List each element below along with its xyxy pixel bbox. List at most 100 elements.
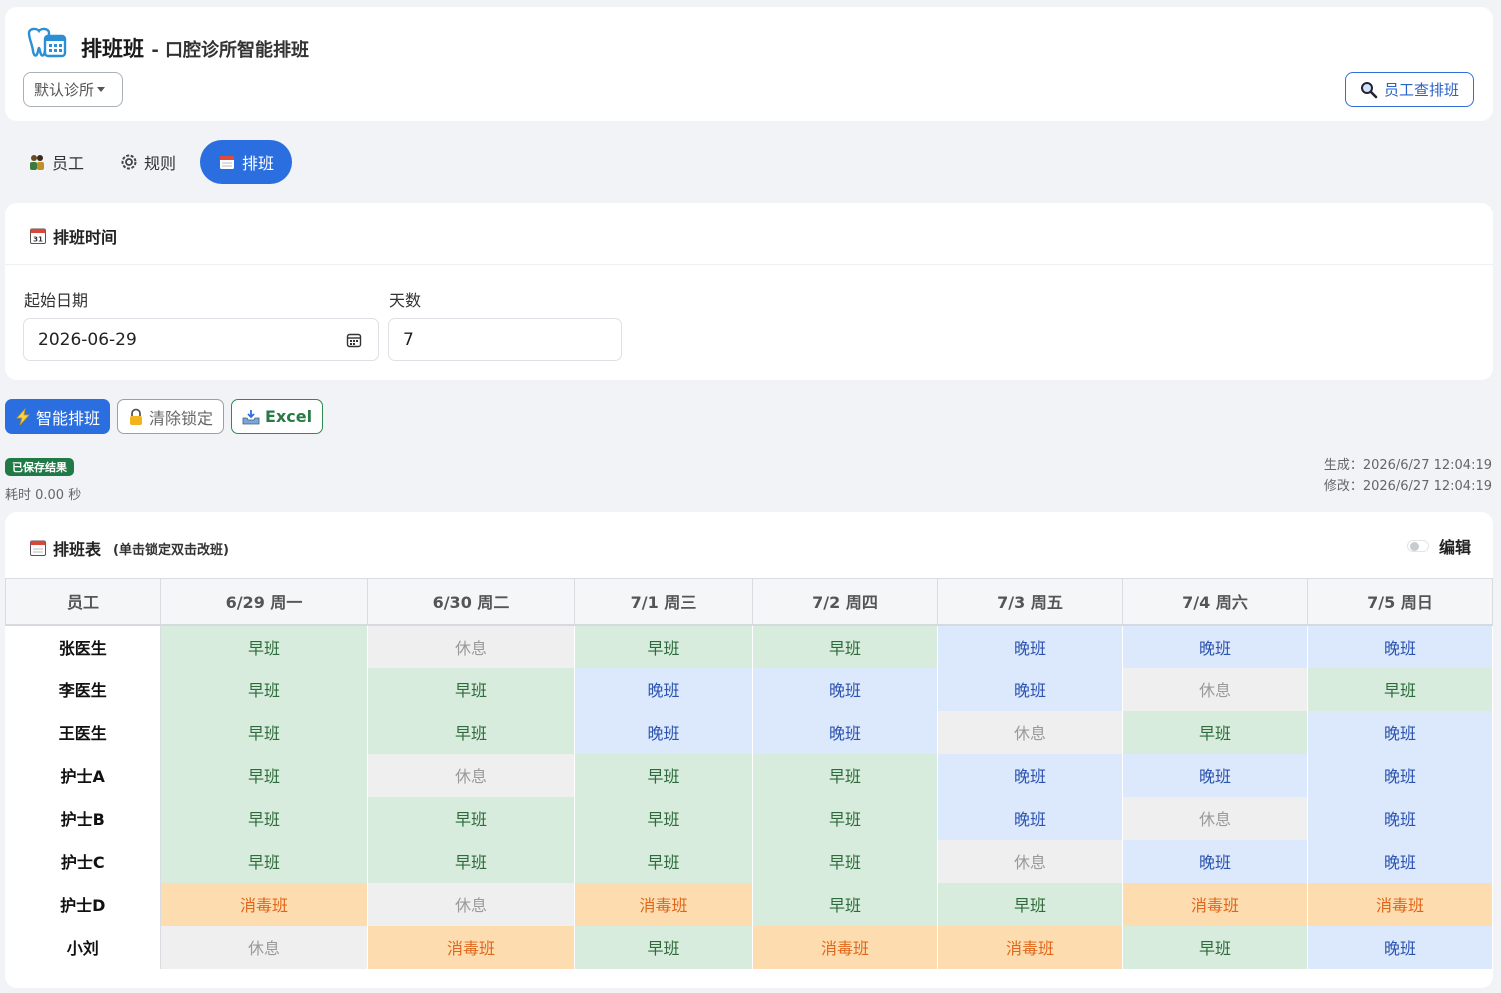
tab-rules-label: 规则 [144,154,177,173]
table-row: 小刘 休息 消毒班 早班 消毒班 消毒班 早班 晚班 [5,925,1493,969]
shift-cell[interactable]: 早班 [752,796,938,840]
tab-rules[interactable]: 规则 [108,140,188,184]
staff-name-cell: 李医生 [5,667,161,711]
tooth-calendar-icon [27,27,67,58]
schedule-table-card: 排班表 (单击锁定双击改班) 编辑 员工 6/29 周一 6/30 周二 7/1 周三… [5,512,1493,988]
shift-cell[interactable]: 休息 [937,839,1123,883]
shift-cell[interactable]: 休息 [367,624,575,668]
shift-cell[interactable]: 早班 [160,710,368,754]
shift-cell[interactable]: 消毒班 [1122,882,1308,926]
clear-locks-label: 清除锁定 [149,408,214,428]
shift-cell[interactable]: 早班 [937,882,1123,926]
shift-cell[interactable]: 早班 [367,796,575,840]
elapsed-time: 耗时 0.00 秒 [5,488,82,503]
shift-cell[interactable]: 休息 [160,925,368,969]
shift-cell[interactable]: 晚班 [752,710,938,754]
shift-cell[interactable]: 晚班 [1307,796,1493,840]
shift-cell[interactable]: 晚班 [1307,753,1493,797]
main-tabs: 员工 规则 排班 [16,140,304,184]
shift-cell[interactable]: 晚班 [937,753,1123,797]
column-header-staff: 员工 [5,578,161,626]
edit-toggle-switch[interactable] [1406,540,1429,552]
people-icon [30,155,44,170]
shift-cell[interactable]: 消毒班 [1307,882,1493,926]
shift-cell[interactable]: 晚班 [574,710,753,754]
schedule-time-title-text: 排班时间 [53,228,118,247]
shift-cell[interactable]: 晚班 [937,624,1123,668]
shift-cell[interactable]: 晚班 [1122,624,1308,668]
shift-cell[interactable]: 晚班 [1307,624,1493,668]
calendar-icon [30,540,46,556]
shift-cell[interactable]: 消毒班 [937,925,1123,969]
shift-cell[interactable]: 晚班 [1122,839,1308,883]
days-input[interactable]: 7 [388,318,622,361]
shift-cell[interactable]: 早班 [1122,925,1308,969]
shift-cell[interactable]: 休息 [1122,667,1308,711]
shift-cell[interactable]: 早班 [574,925,753,969]
shift-cell[interactable]: 早班 [752,839,938,883]
shift-cell[interactable]: 早班 [160,753,368,797]
modified-time: 修改：2026/6/27 12:04:19 [1323,479,1492,494]
shift-cell[interactable]: 消毒班 [367,925,575,969]
shift-cell[interactable]: 晚班 [752,667,938,711]
edit-toggle-label: 编辑 [1438,538,1471,557]
shift-cell[interactable]: 早班 [574,839,753,883]
shift-cell[interactable]: 休息 [367,753,575,797]
calendar-31-icon: 31 [30,228,46,244]
shift-cell[interactable]: 休息 [367,882,575,926]
start-date-input[interactable]: 2026-06-29 [23,318,379,361]
shift-cell[interactable]: 消毒班 [752,925,938,969]
toggle-knob [1409,542,1419,551]
schedule-table: 员工 6/29 周一 6/30 周二 7/1 周三 7/2 周四 7/3 周五 7/4 周六… [5,578,1493,969]
shift-cell[interactable]: 早班 [752,624,938,668]
tab-schedule[interactable]: 排班 [200,140,293,184]
clinic-select-value: 默认诊所 [34,81,95,99]
smart-schedule-button[interactable]: 智能排班 [5,399,111,434]
shift-cell[interactable]: 早班 [367,710,575,754]
shift-cell[interactable]: 晚班 [1307,839,1493,883]
schedule-table-hint: (单击锁定双击改班) [113,542,229,558]
shift-cell[interactable]: 晚班 [937,796,1123,840]
clear-locks-button[interactable]: 清除锁定 [117,399,225,434]
staff-name-cell: 护士A [5,753,161,797]
shift-cell[interactable]: 休息 [937,710,1123,754]
shift-cell[interactable]: 早班 [160,624,368,668]
column-header-day: 6/30 周二 [367,578,575,626]
shift-cell[interactable]: 消毒班 [574,882,753,926]
shift-cell[interactable]: 消毒班 [160,882,368,926]
shift-cell[interactable]: 早班 [574,796,753,840]
shift-cell[interactable]: 晚班 [1122,753,1308,797]
shift-cell[interactable]: 早班 [574,753,753,797]
shift-cell[interactable]: 晚班 [1307,925,1493,969]
schedule-table-title-text: 排班表 [53,540,102,559]
tab-staff-label: 员工 [52,154,85,173]
shift-cell[interactable]: 早班 [367,667,575,711]
app-title: 排班班 - 口腔诊所智能排班 [81,33,309,63]
shift-cell[interactable]: 早班 [752,753,938,797]
shift-cell[interactable]: 晚班 [1307,710,1493,754]
edit-toggle[interactable]: 编辑 [1406,534,1471,558]
shift-cell[interactable]: 早班 [1307,667,1493,711]
gear-icon [121,154,137,170]
shift-cell[interactable]: 早班 [752,882,938,926]
shift-cell[interactable]: 早班 [160,839,368,883]
shift-cell[interactable]: 早班 [160,796,368,840]
shift-cell[interactable]: 晚班 [937,667,1123,711]
schedule-time-title: 31 排班时间 [29,224,117,248]
shift-cell[interactable]: 早班 [160,667,368,711]
staff-schedule-lookup-button[interactable]: 员工查排班 [1345,72,1474,107]
shift-cell[interactable]: 休息 [1122,796,1308,840]
shift-cell[interactable]: 早班 [367,839,575,883]
clinic-select[interactable]: 默认诊所 [23,72,123,107]
excel-export-button[interactable]: Excel [231,399,324,434]
shift-cell[interactable]: 早班 [574,624,753,668]
days-value: 7 [403,329,414,350]
staff-name-cell: 护士B [5,796,161,840]
shift-cell[interactable]: 晚班 [574,667,753,711]
app-name: 排班班 [81,37,144,61]
staff-name-cell: 护士C [5,839,161,883]
table-row: 李医生 早班 早班 晚班 晚班 晚班 休息 早班 [5,667,1493,711]
date-picker-icon[interactable] [346,332,362,348]
tab-staff[interactable]: 员工 [16,140,96,184]
shift-cell[interactable]: 早班 [1122,710,1308,754]
